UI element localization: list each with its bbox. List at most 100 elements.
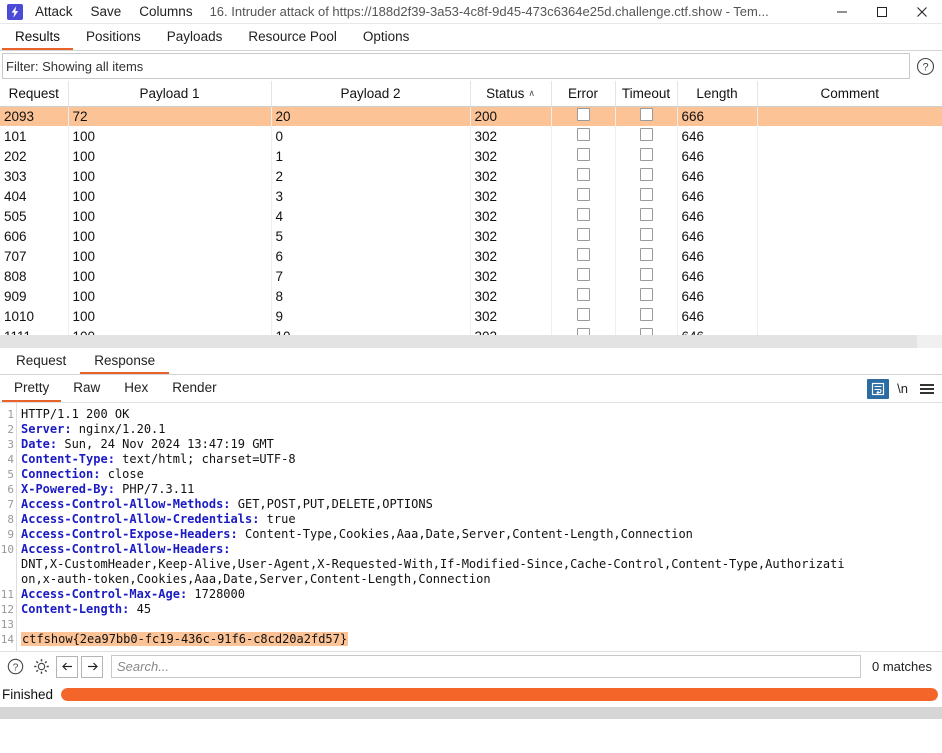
minimize-button[interactable]: [822, 0, 862, 24]
response-line: X-Powered-By: PHP/7.3.11: [21, 482, 195, 496]
table-row[interactable]: 808 100 7 302 646: [0, 266, 942, 286]
view-tab-raw[interactable]: Raw: [61, 375, 112, 402]
timeout-checkbox[interactable]: [639, 108, 653, 122]
search-input[interactable]: Search...: [111, 655, 862, 678]
col-header-payload2[interactable]: Payload 2: [271, 81, 471, 107]
menu-columns[interactable]: Columns: [130, 1, 201, 23]
menu-save[interactable]: Save: [82, 1, 131, 23]
word-wrap-icon[interactable]: [867, 378, 890, 399]
tab-results[interactable]: Results: [2, 26, 74, 50]
cell-timeout-checkbox[interactable]: [615, 226, 678, 246]
error-checkbox[interactable]: [576, 188, 590, 201]
cell-error-checkbox[interactable]: [551, 126, 616, 146]
cell-error-checkbox[interactable]: [551, 266, 616, 286]
cell-timeout-checkbox[interactable]: [615, 246, 678, 266]
cell-error-checkbox[interactable]: [551, 206, 616, 226]
error-checkbox[interactable]: [576, 248, 590, 261]
table-row[interactable]: 606 100 5 302 646: [0, 226, 942, 246]
timeout-checkbox[interactable]: [639, 128, 653, 141]
close-button[interactable]: [902, 0, 942, 24]
timeout-checkbox[interactable]: [639, 288, 653, 301]
table-row[interactable]: 202 100 1 302 646: [0, 146, 942, 166]
table-row[interactable]: 1010 100 9 302 646: [0, 306, 942, 326]
cell-timeout-checkbox[interactable]: [615, 166, 678, 186]
error-checkbox[interactable]: [576, 288, 590, 301]
table-row[interactable]: 707 100 6 302 646: [0, 246, 942, 266]
scrollbar-thumb[interactable]: [0, 335, 917, 348]
tab-response[interactable]: Response: [80, 350, 170, 374]
cell-timeout-checkbox[interactable]: [615, 306, 678, 326]
filter-input[interactable]: Filter: Showing all items: [2, 53, 910, 79]
timeout-checkbox[interactable]: [639, 148, 653, 161]
line-number: 11: [0, 588, 14, 601]
question-mark-icon[interactable]: ?: [913, 54, 937, 78]
cell-error-checkbox[interactable]: [551, 106, 616, 126]
view-tab-render[interactable]: Render: [160, 375, 228, 402]
arrow-left-icon[interactable]: [56, 655, 78, 678]
error-checkbox[interactable]: [576, 208, 590, 221]
col-header-length[interactable]: Length: [677, 81, 758, 107]
cell-error-checkbox[interactable]: [551, 286, 616, 306]
timeout-checkbox[interactable]: [639, 248, 653, 261]
tab-payloads[interactable]: Payloads: [154, 26, 236, 50]
cell-timeout-checkbox[interactable]: [615, 206, 678, 226]
cell-error-checkbox[interactable]: [551, 246, 616, 266]
cell-timeout-checkbox[interactable]: [615, 186, 678, 206]
view-tab-hex[interactable]: Hex: [112, 375, 160, 402]
col-header-comment[interactable]: Comment: [757, 81, 942, 107]
filter-bar: Filter: Showing all items ?: [0, 51, 942, 81]
question-mark-icon[interactable]: ?: [4, 656, 26, 678]
error-checkbox[interactable]: [576, 128, 590, 141]
cell-error-checkbox[interactable]: [551, 146, 616, 166]
menu-attack[interactable]: Attack: [26, 1, 82, 23]
cell-timeout-checkbox[interactable]: [615, 266, 678, 286]
cell-timeout-checkbox[interactable]: [615, 106, 678, 126]
error-checkbox[interactable]: [576, 228, 590, 241]
col-header-status[interactable]: Status ∧: [470, 81, 552, 107]
timeout-checkbox[interactable]: [639, 228, 653, 241]
error-checkbox[interactable]: [576, 308, 590, 321]
table-row[interactable]: 303 100 2 302 646: [0, 166, 942, 186]
cell-timeout-checkbox[interactable]: [615, 286, 678, 306]
cell-timeout-checkbox[interactable]: [615, 126, 678, 146]
tab-request[interactable]: Request: [2, 350, 80, 374]
tab-options[interactable]: Options: [350, 26, 423, 50]
response-viewer[interactable]: 1 2 3 4 5 6 7 8 9 10 11 12 13 14 HTTP/1.1 200 OK Serve…: [0, 403, 942, 651]
col-header-request[interactable]: Request: [0, 81, 69, 107]
tab-resource-pool[interactable]: Resource Pool: [235, 26, 350, 50]
response-body[interactable]: HTTP/1.1 200 OK Server: nginx/1.20.1 Date:…: [17, 403, 942, 651]
cell-timeout-checkbox[interactable]: [615, 146, 678, 166]
hamburger-menu-icon[interactable]: [920, 383, 934, 394]
view-tab-pretty[interactable]: Pretty: [2, 375, 62, 402]
results-horizontal-scrollbar[interactable]: [0, 335, 942, 348]
response-line: Content-Length: 45: [21, 602, 152, 616]
timeout-checkbox[interactable]: [639, 188, 653, 201]
arrow-right-icon[interactable]: [81, 655, 103, 678]
timeout-checkbox[interactable]: [639, 208, 653, 221]
cell-error-checkbox[interactable]: [551, 166, 616, 186]
header-name: Connection:: [21, 467, 101, 481]
timeout-checkbox[interactable]: [639, 308, 653, 321]
table-row[interactable]: 101 100 0 302 646: [0, 126, 942, 146]
cell-error-checkbox[interactable]: [551, 306, 616, 326]
maximize-button[interactable]: [862, 0, 902, 24]
cell-error-checkbox[interactable]: [551, 226, 616, 246]
error-checkbox[interactable]: [576, 108, 590, 122]
error-checkbox[interactable]: [576, 168, 590, 181]
table-row[interactable]: 505 100 4 302 646: [0, 206, 942, 226]
timeout-checkbox[interactable]: [639, 168, 653, 181]
col-header-payload1[interactable]: Payload 1: [68, 81, 272, 107]
col-header-timeout[interactable]: Timeout: [615, 81, 678, 107]
table-row[interactable]: 2093 72 20 200 666: [0, 106, 942, 126]
tab-positions[interactable]: Positions: [73, 26, 154, 50]
error-checkbox[interactable]: [576, 268, 590, 281]
table-row[interactable]: 404 100 3 302 646: [0, 186, 942, 206]
table-row[interactable]: 909 100 8 302 646: [0, 286, 942, 306]
error-checkbox[interactable]: [576, 148, 590, 161]
col-header-error[interactable]: Error: [551, 81, 616, 107]
newline-toggle[interactable]: \n: [897, 381, 908, 396]
cell-error-checkbox[interactable]: [551, 186, 616, 206]
gear-icon[interactable]: [30, 656, 52, 678]
timeout-checkbox[interactable]: [639, 268, 653, 281]
window-bottom-scrollbar[interactable]: [0, 707, 942, 719]
